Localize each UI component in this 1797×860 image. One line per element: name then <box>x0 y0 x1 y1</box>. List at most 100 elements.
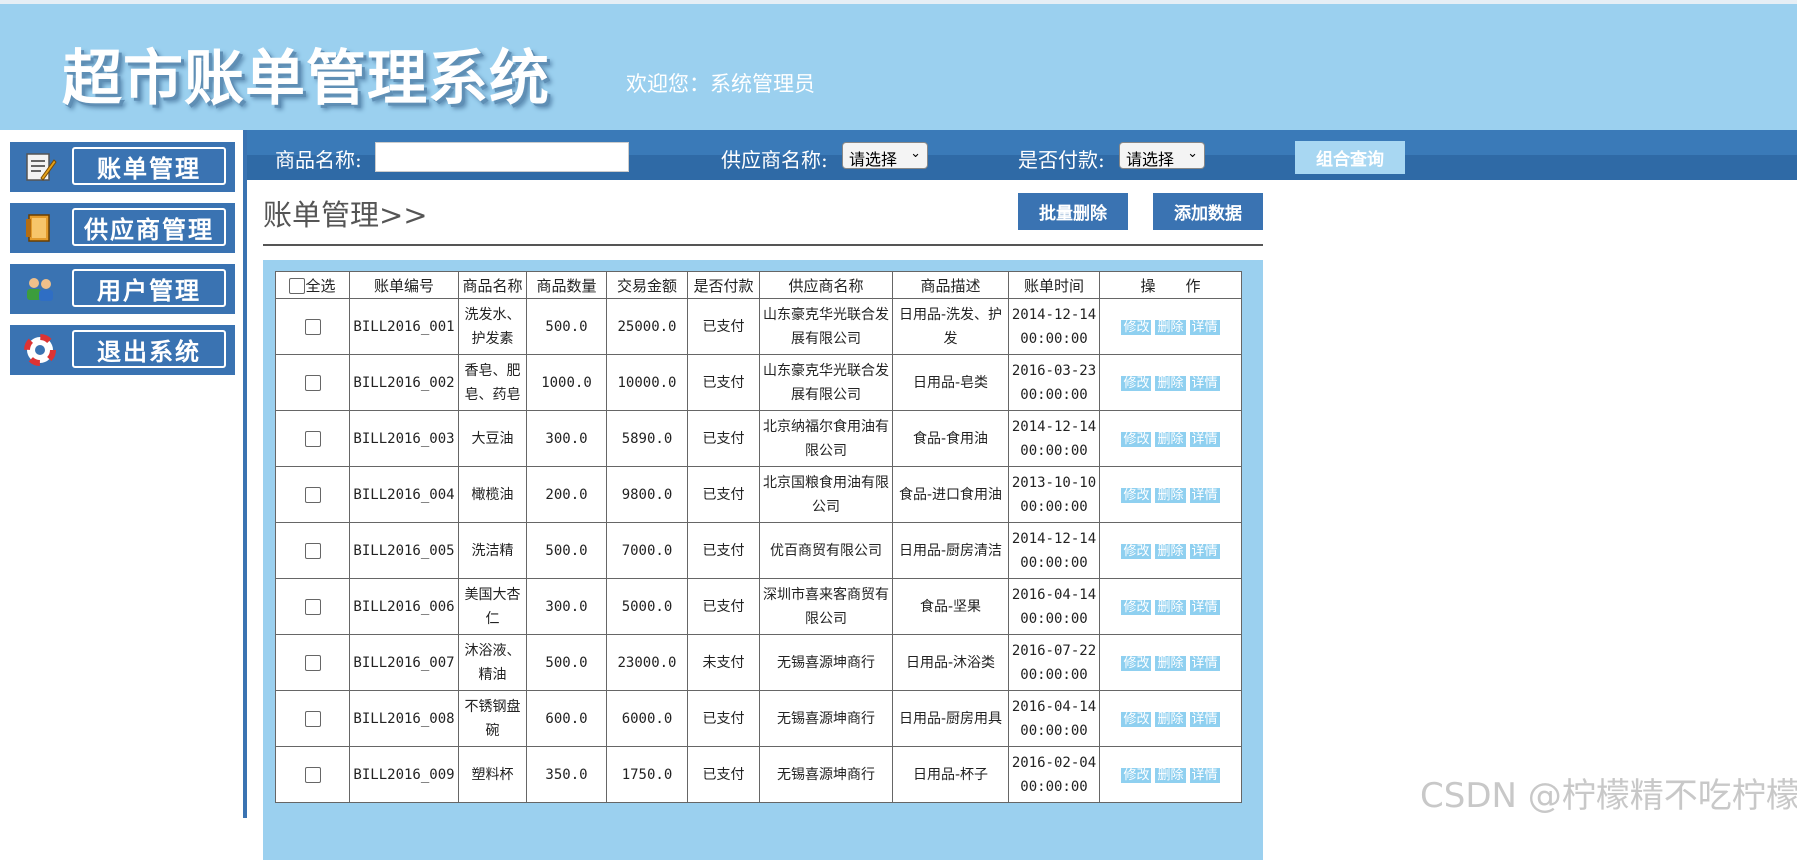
detail-link[interactable]: 详情 <box>1189 375 1220 391</box>
detail-link[interactable]: 详情 <box>1189 711 1220 727</box>
cell-product-name: 洗洁精 <box>458 522 527 579</box>
cell-time: 2016-04-14 00:00:00 <box>1008 578 1100 635</box>
product-name-label: 商品名称: <box>275 148 362 172</box>
cell-operations: 修改 删除 详情 <box>1099 410 1242 467</box>
supplier-select[interactable]: 请选择 ⌄ <box>842 142 928 169</box>
edit-link[interactable]: 修改 <box>1121 655 1152 671</box>
row-checkbox[interactable] <box>304 486 321 503</box>
cell-paid: 已支付 <box>687 522 760 579</box>
welcome-text: 欢迎您：系统管理员 <box>626 72 815 96</box>
table-container: 全选 账单编号 商品名称 商品数量 交易金额 是否付款 供应商名称 商品描述 账… <box>263 260 1263 860</box>
edit-link[interactable]: 修改 <box>1121 543 1152 559</box>
cell-supplier: 北京纳福尔食用油有限公司 <box>759 410 893 467</box>
supplier-select-value: 请选择 <box>849 150 898 169</box>
sidebar-item-supplier-management[interactable]: 供应商管理 <box>10 203 235 253</box>
cell-operations: 修改 删除 详情 <box>1099 690 1242 747</box>
row-checkbox[interactable] <box>304 654 321 671</box>
cell-amount: 7000.0 <box>606 522 688 579</box>
detail-link[interactable]: 详情 <box>1189 319 1220 335</box>
product-name-input[interactable] <box>375 142 629 172</box>
cell-operations: 修改 删除 详情 <box>1099 522 1242 579</box>
edit-link[interactable]: 修改 <box>1121 767 1152 783</box>
sidebar-item-logout[interactable]: 退出系统 <box>10 325 235 375</box>
row-checkbox[interactable] <box>304 542 321 559</box>
cell-bill-id: BILL2016_007 <box>349 634 459 691</box>
add-data-button[interactable]: 添加数据 <box>1153 193 1263 230</box>
sidebar-divider <box>243 130 247 818</box>
cell-supplier: 无锡喜源坤商行 <box>759 746 893 803</box>
row-checkbox[interactable] <box>304 374 321 391</box>
cell-bill-id: BILL2016_008 <box>349 690 459 747</box>
cell-operations: 修改 删除 详情 <box>1099 746 1242 803</box>
cell-description: 日用品-厨房清洁 <box>892 522 1009 579</box>
delete-link[interactable]: 删除 <box>1155 767 1186 783</box>
cell-operations: 修改 删除 详情 <box>1099 354 1242 411</box>
sidebar-item-bill-management[interactable]: 账单管理 <box>10 142 235 192</box>
delete-link[interactable]: 删除 <box>1155 375 1186 391</box>
notepad-icon <box>22 150 58 184</box>
cell-product-name: 沐浴液、精油 <box>458 634 527 691</box>
book-icon <box>22 211 58 245</box>
cell-supplier: 山东豪克华光联合发展有限公司 <box>759 354 893 411</box>
cell-checkbox <box>275 746 350 803</box>
users-icon <box>22 272 58 306</box>
select-all-checkbox[interactable] <box>289 278 306 294</box>
cell-quantity: 300.0 <box>526 578 607 635</box>
cell-product-name: 不锈钢盘碗 <box>458 690 527 747</box>
cell-amount: 23000.0 <box>606 634 688 691</box>
cell-amount: 1750.0 <box>606 746 688 803</box>
header-time: 账单时间 <box>1008 271 1100 299</box>
table-header-row: 全选 账单编号 商品名称 商品数量 交易金额 是否付款 供应商名称 商品描述 账… <box>275 271 1242 299</box>
cell-amount: 25000.0 <box>606 298 688 355</box>
paid-status-select[interactable]: 请选择 ⌄ <box>1119 142 1205 169</box>
detail-link[interactable]: 详情 <box>1189 767 1220 783</box>
cell-description: 食品-进口食用油 <box>892 466 1009 523</box>
cell-quantity: 500.0 <box>526 522 607 579</box>
row-checkbox[interactable] <box>304 430 321 447</box>
delete-link[interactable]: 删除 <box>1155 431 1186 447</box>
detail-link[interactable]: 详情 <box>1189 655 1220 671</box>
combined-query-button[interactable]: 组合查询 <box>1295 141 1405 174</box>
header-operations: 操 作 <box>1099 271 1242 299</box>
delete-link[interactable]: 删除 <box>1155 487 1186 503</box>
row-checkbox[interactable] <box>304 318 321 335</box>
detail-link[interactable]: 详情 <box>1189 431 1220 447</box>
detail-link[interactable]: 详情 <box>1189 599 1220 615</box>
lifebuoy-icon <box>22 333 58 367</box>
cell-bill-id: BILL2016_004 <box>349 466 459 523</box>
cell-bill-id: BILL2016_003 <box>349 410 459 467</box>
cell-quantity: 600.0 <box>526 690 607 747</box>
row-checkbox[interactable] <box>304 710 321 727</box>
edit-link[interactable]: 修改 <box>1121 375 1152 391</box>
delete-link[interactable]: 删除 <box>1155 655 1186 671</box>
table-row: BILL2016_004 橄榄油 200.0 9800.0 已支付 北京国粮食用油有限公司… <box>275 466 1242 523</box>
cell-checkbox <box>275 522 350 579</box>
cell-description: 食品-食用油 <box>892 410 1009 467</box>
edit-link[interactable]: 修改 <box>1121 431 1152 447</box>
header-paid: 是否付款 <box>687 271 760 299</box>
header-banner: 超市账单管理系统 欢迎您：系统管理员 <box>0 0 1797 130</box>
cell-time: 2013-10-10 00:00:00 <box>1008 466 1100 523</box>
delete-link[interactable]: 删除 <box>1155 543 1186 559</box>
edit-link[interactable]: 修改 <box>1121 487 1152 503</box>
row-checkbox[interactable] <box>304 766 321 783</box>
cell-paid: 已支付 <box>687 578 760 635</box>
cell-description: 日用品-沐浴类 <box>892 634 1009 691</box>
delete-link[interactable]: 删除 <box>1155 711 1186 727</box>
sidebar-item-user-management[interactable]: 用户管理 <box>10 264 235 314</box>
detail-link[interactable]: 详情 <box>1189 543 1220 559</box>
cell-paid: 已支付 <box>687 466 760 523</box>
table-row: BILL2016_007 沐浴液、精油 500.0 23000.0 未支付 无锡喜源坤商行… <box>275 634 1242 691</box>
detail-link[interactable]: 详情 <box>1189 487 1220 503</box>
batch-delete-button[interactable]: 批量删除 <box>1018 193 1128 230</box>
row-checkbox[interactable] <box>304 598 321 615</box>
edit-link[interactable]: 修改 <box>1121 319 1152 335</box>
cell-bill-id: BILL2016_002 <box>349 354 459 411</box>
app-title: 超市账单管理系统 <box>62 44 550 114</box>
sidebar: 账单管理 供应商管理 用户管理 退出系统 <box>0 130 243 818</box>
edit-link[interactable]: 修改 <box>1121 599 1152 615</box>
edit-link[interactable]: 修改 <box>1121 711 1152 727</box>
delete-link[interactable]: 删除 <box>1155 599 1186 615</box>
header-select-all[interactable]: 全选 <box>275 271 350 299</box>
delete-link[interactable]: 删除 <box>1155 319 1186 335</box>
